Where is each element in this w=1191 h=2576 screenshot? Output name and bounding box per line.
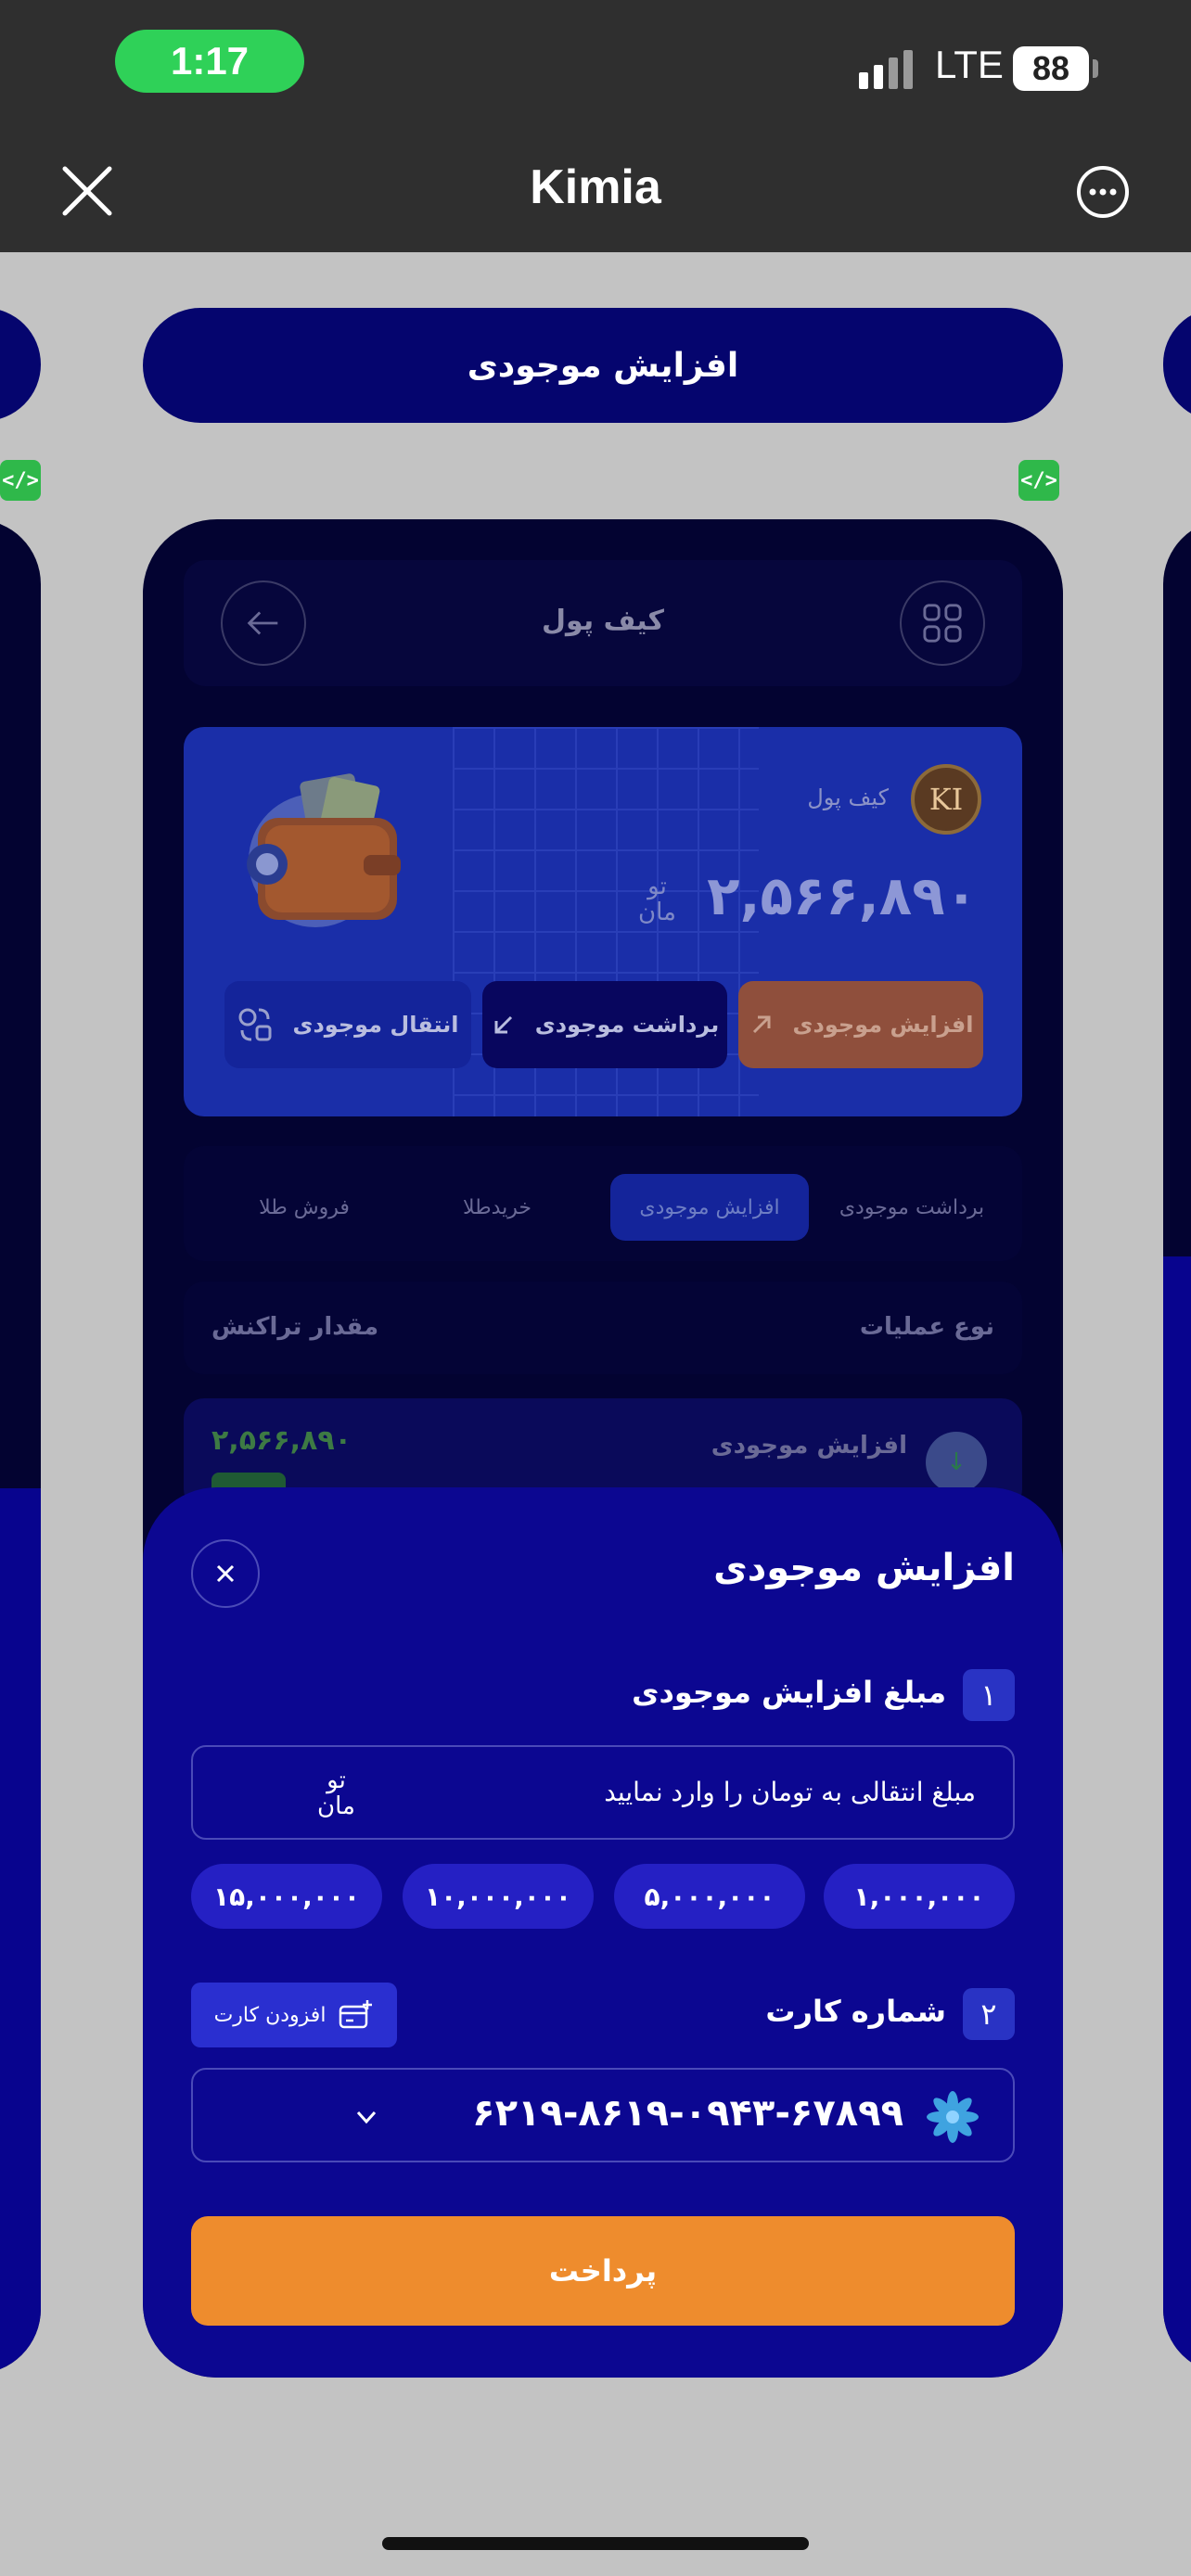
next-card-pill[interactable] — [1163, 308, 1191, 421]
tab-buy-gold[interactable]: خریدطلا — [414, 1174, 581, 1241]
increase-balance-sheet: افزایش موجودی ۱ مبلغ افزایش موجودی مبلغ … — [143, 1487, 1063, 2378]
currency-top: تو — [647, 873, 667, 900]
step-1-label: مبلغ افزایش موجودی — [632, 1675, 946, 1710]
tab-sell-gold[interactable]: فروش طلا — [211, 1174, 397, 1241]
transfer-icon — [238, 1008, 272, 1041]
tab-increase[interactable]: افزایش موجودی — [610, 1174, 809, 1241]
wallet-illustration-icon — [247, 773, 401, 927]
wallet-label: کیف پول — [807, 784, 889, 810]
transfer-label: انتقال موجودی — [292, 1012, 459, 1038]
column-type: نوع عملیات — [859, 1313, 994, 1341]
screen-title-pill: افزایش موجودی — [143, 308, 1063, 423]
preset-amount-button[interactable]: ۵,۰۰۰,۰۰۰ — [614, 1864, 805, 1929]
add-card-icon — [339, 2000, 373, 2029]
arrow-down-icon: ↓ — [926, 1432, 987, 1493]
withdraw-label: برداشت موجودی — [534, 1012, 720, 1038]
unit-bottom: مان — [317, 1792, 355, 1820]
wallet-balance: ۲,۵۶۶,۸۹۰ — [707, 864, 978, 927]
brand-logo: KI — [911, 764, 981, 835]
prev-card-pill[interactable] — [0, 308, 41, 421]
step-2-badge: ۲ — [963, 1988, 1015, 2040]
grid-icon — [923, 604, 962, 643]
prev-card-preview[interactable] — [0, 519, 41, 2374]
preset-amount-button[interactable]: ۱۵,۰۰۰,۰۰۰ — [191, 1864, 382, 1929]
wallet-card: KI کیف پول ۲,۵۶۶,۸۹۰ تو مان افزایش موجود… — [184, 727, 1022, 1116]
tab-bar: برداشت موجودی افزایش موجودی خریدطلا فروش… — [184, 1146, 1022, 1261]
arrow-up-right-icon — [752, 1015, 771, 1034]
card-number: ۶۲۱۹-۸۶۱۹-۰۹۴۳-۶۷۸۹۹ — [472, 2092, 903, 2135]
column-amount: مقدار تراکنش — [211, 1313, 379, 1341]
arrow-down-left-icon — [494, 1015, 512, 1034]
currency-label: تو مان — [638, 874, 676, 925]
wallet-title: کیف پول — [542, 605, 664, 637]
more-options-icon[interactable] — [1076, 165, 1130, 219]
row-amount: ۲,۵۶۶,۸۹۰ — [211, 1424, 352, 1457]
amount-placeholder: مبلغ انتقالی به تومان را وارد نمایید — [604, 1777, 976, 1807]
increase-balance-button[interactable]: افزایش موجودی — [738, 981, 983, 1068]
card-select[interactable]: ۶۲۱۹-۸۶۱۹-۰۹۴۳-۶۷۸۹۹ — [191, 2068, 1015, 2162]
bank-logo-icon — [927, 2091, 979, 2143]
app-title: Kimia — [530, 160, 661, 214]
transfer-button[interactable]: انتقال موجودی — [224, 981, 471, 1068]
preset-amount-button[interactable]: ۱,۰۰۰,۰۰۰ — [824, 1864, 1015, 1929]
currency-unit: تو مان — [317, 1767, 355, 1819]
home-indicator — [382, 2537, 809, 2550]
status-time: 1:17 — [115, 30, 304, 93]
code-badge[interactable]: </> — [1018, 460, 1059, 501]
wallet-header: کیف پول — [184, 560, 1022, 686]
step-1-badge: ۱ — [963, 1669, 1015, 1721]
app-bar: Kimia — [0, 130, 1191, 252]
pay-button[interactable]: پرداخت — [191, 2216, 1015, 2326]
amount-input[interactable]: مبلغ انتقالی به تومان را وارد نمایید تو … — [191, 1745, 1015, 1840]
add-card-button[interactable]: افزودن کارت — [191, 1983, 397, 2047]
next-card-preview[interactable] — [1163, 519, 1191, 2374]
chevron-down-icon — [356, 2111, 377, 2124]
network-label: LTE — [935, 43, 1004, 86]
tab-withdraw[interactable]: برداشت موجودی — [824, 1174, 1000, 1241]
sheet-title: افزایش موجودی — [713, 1547, 1015, 1589]
sheet-close-button[interactable] — [191, 1539, 260, 1608]
code-badge-left[interactable]: </> — [0, 460, 41, 501]
preset-amount-button[interactable]: ۱۰,۰۰۰,۰۰۰ — [403, 1864, 594, 1929]
currency-bottom: مان — [638, 899, 676, 926]
increase-label: افزایش موجودی — [792, 1012, 974, 1038]
transactions-header: نوع عملیات مقدار تراکنش — [184, 1282, 1022, 1374]
battery-tip — [1093, 59, 1098, 78]
close-icon — [216, 1564, 235, 1583]
step-2-label: شماره کارت — [765, 1994, 946, 2029]
menu-grid-button[interactable] — [900, 580, 985, 666]
status-bar: 1:17 LTE 88 — [0, 0, 1191, 130]
signal-icon — [859, 50, 913, 89]
battery-icon: 88 — [1013, 46, 1089, 91]
withdraw-button[interactable]: برداشت موجودی — [482, 981, 727, 1068]
row-type: افزایش موجودی — [711, 1432, 907, 1460]
unit-top: تو — [327, 1766, 346, 1794]
add-card-label: افزودن کارت — [213, 2003, 327, 2027]
